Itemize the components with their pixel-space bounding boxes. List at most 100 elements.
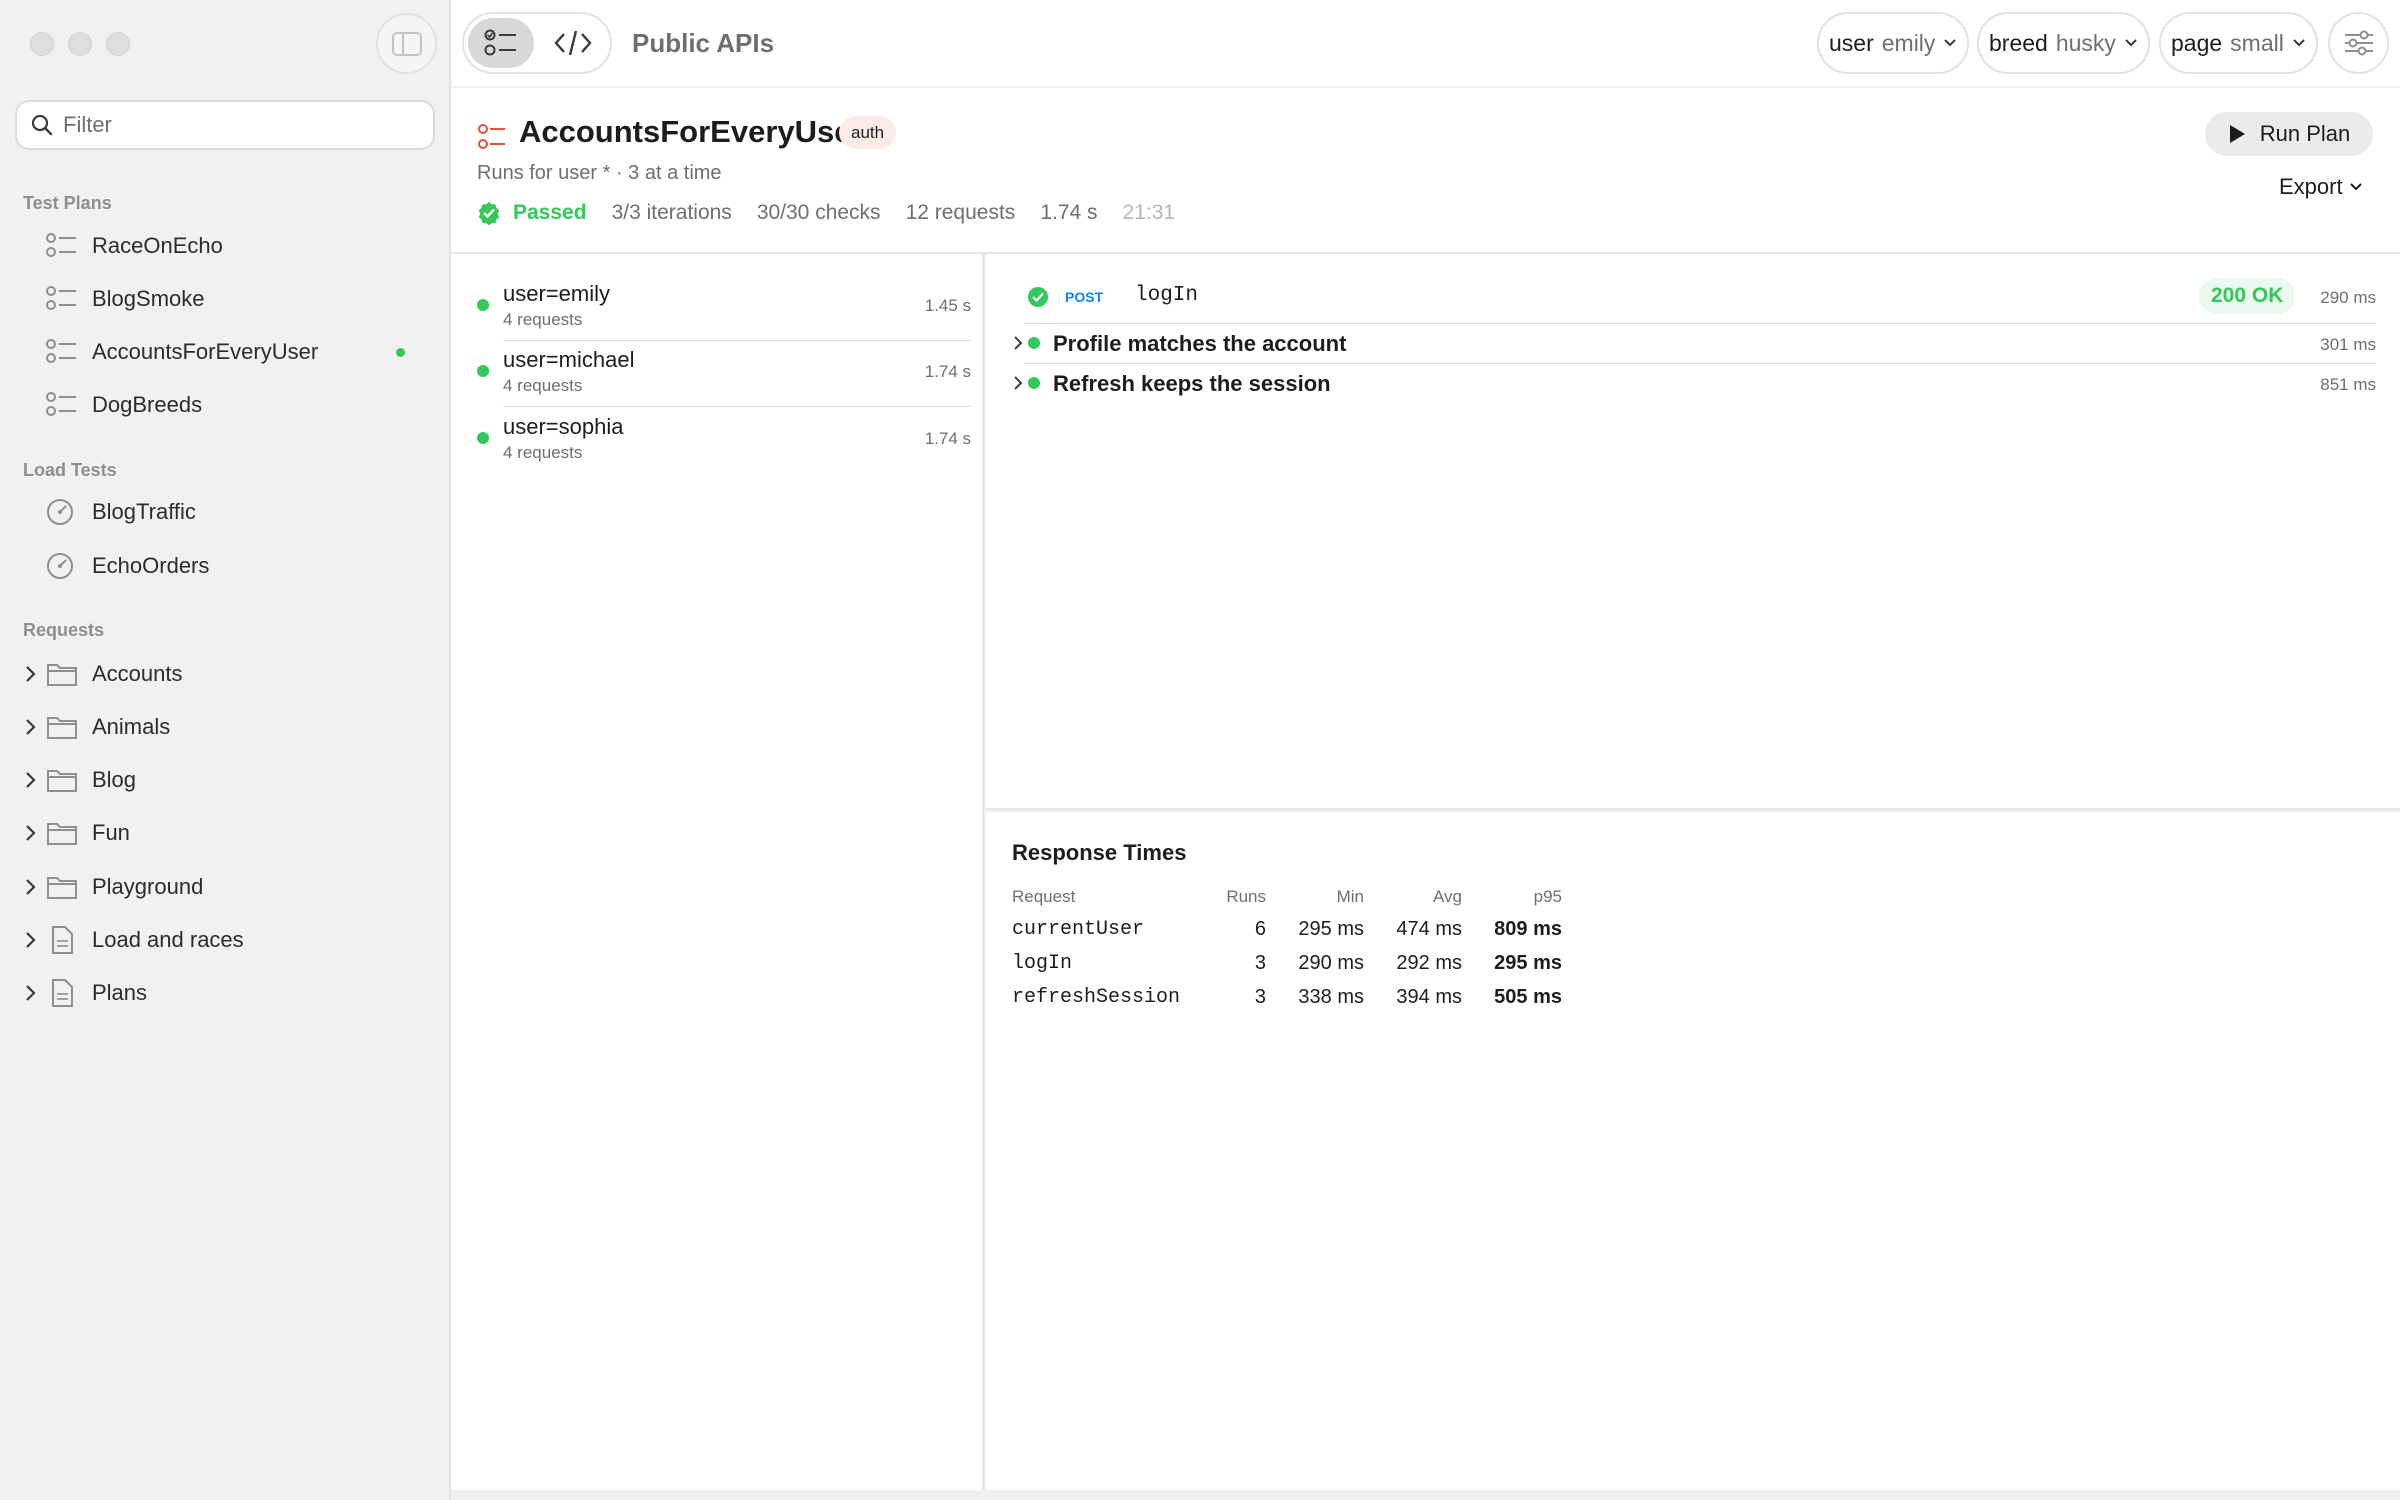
sidebar-item-load-and-races[interactable]: Load and races [0, 918, 440, 962]
test-plan-icon [478, 124, 505, 149]
request-step-login[interactable]: POST logIn 200 OK 290 ms [986, 254, 2376, 324]
folder-icon [47, 664, 77, 686]
sidebar-icon [391, 31, 422, 56]
settings-button[interactable] [2328, 12, 2389, 74]
test-plan-icon [46, 339, 76, 363]
iteration-duration: 1.45 s [924, 296, 971, 315]
plan-title: AccountsForEveryUser [519, 114, 864, 149]
check-circle-icon [1028, 287, 1048, 307]
plan-subtitle: Runs for user * · 3 at a time [477, 162, 722, 184]
chevron-down-icon [1944, 39, 1957, 47]
zoom-window-button[interactable] [106, 32, 130, 56]
group-step-refresh[interactable]: Refresh keeps the session 851 ms [986, 364, 2376, 404]
requests-count: 12 requests [905, 201, 1016, 224]
sidebar-folder-fun[interactable]: Fun [0, 811, 440, 855]
chevron-right-icon[interactable] [22, 875, 40, 899]
iteration-row-michael[interactable]: user=michael 4 requests 1.74 s [451, 320, 971, 407]
iteration-requests: 4 requests [503, 443, 583, 462]
chevron-right-icon[interactable] [1011, 374, 1025, 392]
sidebar-folder-playground[interactable]: Playground [0, 865, 440, 909]
sidebar-item-label: Playground [92, 874, 204, 899]
plan-tag: auth [839, 116, 897, 149]
filter-input[interactable] [63, 112, 423, 138]
iterations-count: 3/3 iterations [611, 201, 732, 224]
pill-value: emily [1881, 29, 1936, 56]
iteration-steps: POST logIn 200 OK 290 ms Profile matches… [986, 254, 2400, 810]
chevron-right-icon[interactable] [22, 715, 40, 739]
column-header: Min [1336, 887, 1364, 906]
sidebar-item-label: AccountsForEveryUser [92, 339, 319, 364]
table-row: refreshSession 3 338 ms 394 ms 505 ms [1012, 980, 1562, 1014]
column-header: Runs [1226, 887, 1266, 906]
p95-cell: 809 ms [1494, 917, 1562, 940]
avg-cell: 292 ms [1396, 951, 1462, 974]
search-icon [31, 114, 53, 136]
status-dot [477, 432, 489, 444]
page-variable-picker[interactable]: page small [2159, 12, 2318, 74]
iteration-duration: 1.74 s [924, 362, 971, 381]
p95-cell: 295 ms [1494, 951, 1562, 974]
response-times-panel: Response Times Request Runs Min Avg p95 … [986, 812, 2400, 1490]
folder-icon [47, 770, 77, 792]
toolbar: Public APIs user emily breed husky page … [451, 0, 2400, 88]
sidebar-item-dogbreeds[interactable]: DogBreeds [0, 383, 440, 427]
sliders-icon [2344, 30, 2373, 56]
sidebar-item-raceonecho[interactable]: RaceOnEcho [0, 224, 440, 268]
iteration-row-sophia[interactable]: user=sophia 4 requests 1.74 s [451, 387, 971, 462]
iteration-row-emily[interactable]: user=emily 4 requests 1.45 s [451, 254, 971, 341]
run-plan-button[interactable]: Run Plan [2205, 112, 2373, 156]
sidebar-folder-accounts[interactable]: Accounts [0, 652, 440, 696]
test-plan-icon [46, 233, 76, 257]
chevron-right-icon[interactable] [22, 928, 40, 952]
export-label: Export [2279, 174, 2343, 199]
code-view-button[interactable] [540, 18, 606, 68]
column-header: Request [1012, 887, 1076, 906]
pill-key: user [1829, 29, 1874, 56]
group-step-profile[interactable]: Profile matches the account 301 ms [986, 324, 2376, 364]
sidebar-item-echoorders[interactable]: EchoOrders [0, 544, 440, 588]
sidebar-item-label: DogBreeds [92, 392, 203, 417]
sidebar-toggle-button[interactable] [376, 13, 437, 74]
status-dot [1028, 337, 1040, 349]
export-menu-button[interactable]: Export [2279, 174, 2363, 200]
sidebar-item-blogtraffic[interactable]: BlogTraffic [0, 490, 440, 534]
filter-field[interactable] [15, 100, 435, 150]
iteration-name: user=michael [503, 347, 635, 372]
chevron-right-icon[interactable] [22, 981, 40, 1005]
table-header-row: Request Runs Min Avg p95 [1012, 882, 1562, 912]
chevron-right-icon[interactable] [22, 662, 40, 686]
pill-value: small [2230, 29, 2284, 56]
group-title: Refresh keeps the session [1053, 371, 1331, 396]
sidebar-folder-animals[interactable]: Animals [0, 705, 440, 749]
column-header: Avg [1433, 887, 1462, 906]
sidebar-item-blogsmoke[interactable]: BlogSmoke [0, 277, 440, 321]
chevron-right-icon[interactable] [22, 821, 40, 845]
min-cell: 290 ms [1298, 951, 1364, 974]
sidebar-folder-blog[interactable]: Blog [0, 758, 440, 802]
sidebar-item-label: RaceOnEcho [92, 233, 223, 258]
request-cell: logIn [1012, 951, 1073, 975]
p95-cell: 505 ms [1494, 985, 1562, 1008]
user-variable-picker[interactable]: user emily [1817, 12, 1970, 74]
run-plan-label: Run Plan [2259, 121, 2351, 146]
group-duration: 301 ms [2320, 335, 2376, 354]
request-cell: refreshSession [1012, 985, 1181, 1009]
run-summary: Passed 3/3 iterations 30/30 checks 12 re… [477, 198, 1175, 228]
chevron-right-icon[interactable] [1011, 334, 1025, 352]
sidebar-item-accountsforeveryuser[interactable]: AccountsForEveryUser [0, 330, 440, 374]
minimize-window-button[interactable] [68, 32, 92, 56]
sidebar-item-label: Plans [92, 980, 148, 1005]
results-view-button[interactable] [468, 18, 534, 68]
pill-key: breed [1989, 29, 2048, 56]
request-name: logIn [1135, 284, 1199, 307]
check-badge-icon [478, 201, 500, 225]
gauge-icon [47, 553, 73, 579]
status-dot [477, 299, 489, 311]
response-status-badge: 200 OK [2199, 278, 2296, 314]
sidebar-item-plans[interactable]: Plans [0, 971, 440, 1015]
iteration-name: user=emily [503, 281, 610, 306]
breed-variable-picker[interactable]: breed husky [1977, 12, 2150, 74]
chevron-right-icon[interactable] [22, 768, 40, 792]
close-window-button[interactable] [30, 32, 54, 56]
plan-header: AccountsForEveryUser auth Runs for user … [451, 88, 2400, 254]
